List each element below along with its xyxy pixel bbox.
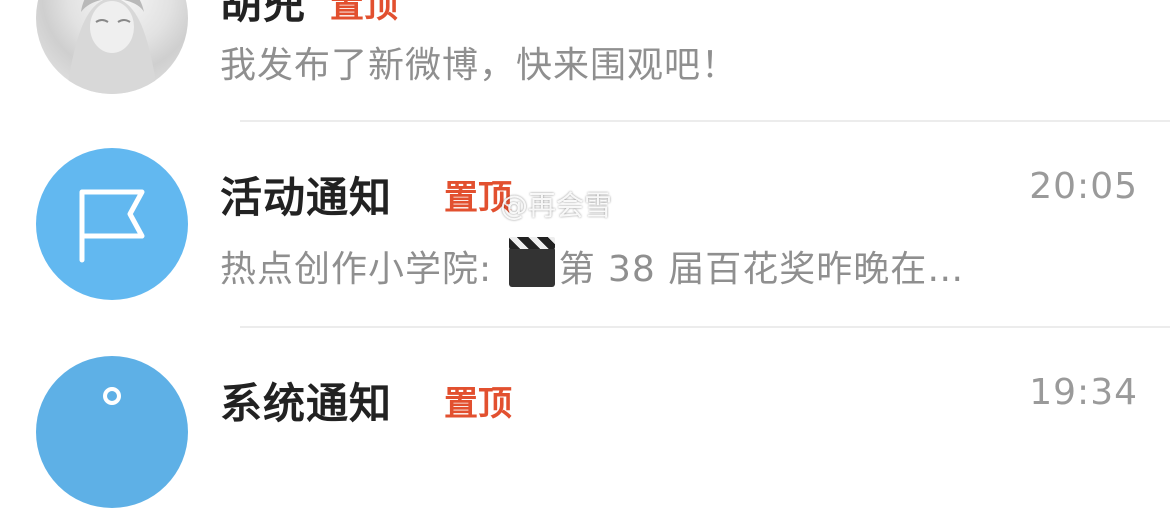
message-row-system[interactable]: 系统通知 置顶 19:34 <box>0 328 1170 508</box>
user-photo-avatar-icon <box>66 0 158 94</box>
message-row-activity[interactable]: 活动通知 置顶 20:05 热点创作小学院: 第 38 届百花奖昨晚在… <box>0 122 1170 326</box>
message-preview: 热点创作小学院: 第 38 届百花奖昨晚在… <box>220 237 965 292</box>
message-time: 20:05 <box>1029 166 1138 207</box>
system-icon <box>103 387 121 405</box>
conversation-title: 活动通知 <box>220 173 393 222</box>
clapperboard-icon <box>508 237 555 287</box>
user-avatar[interactable] <box>36 0 188 94</box>
message-row-user[interactable]: 胡兜 置顶 我发布了新微博，快来围观吧！ <box>0 0 1170 120</box>
pinned-badge: 置顶 <box>330 0 398 26</box>
conversation-title: 系统通知 <box>220 379 393 428</box>
message-time: 19:34 <box>1029 372 1138 413</box>
system-avatar[interactable] <box>36 356 188 508</box>
flag-icon <box>79 189 145 263</box>
activity-avatar[interactable] <box>36 148 188 300</box>
conversation-title: 胡兜 <box>220 0 307 28</box>
preview-suffix: 第 38 届百花奖昨晚在… <box>558 249 965 290</box>
pinned-badge: 置顶 <box>444 384 512 424</box>
message-preview: 我发布了新微博，快来围观吧！ <box>220 45 739 86</box>
watermark: @再会雪 <box>500 189 613 222</box>
preview-prefix: 热点创作小学院: <box>220 249 505 290</box>
